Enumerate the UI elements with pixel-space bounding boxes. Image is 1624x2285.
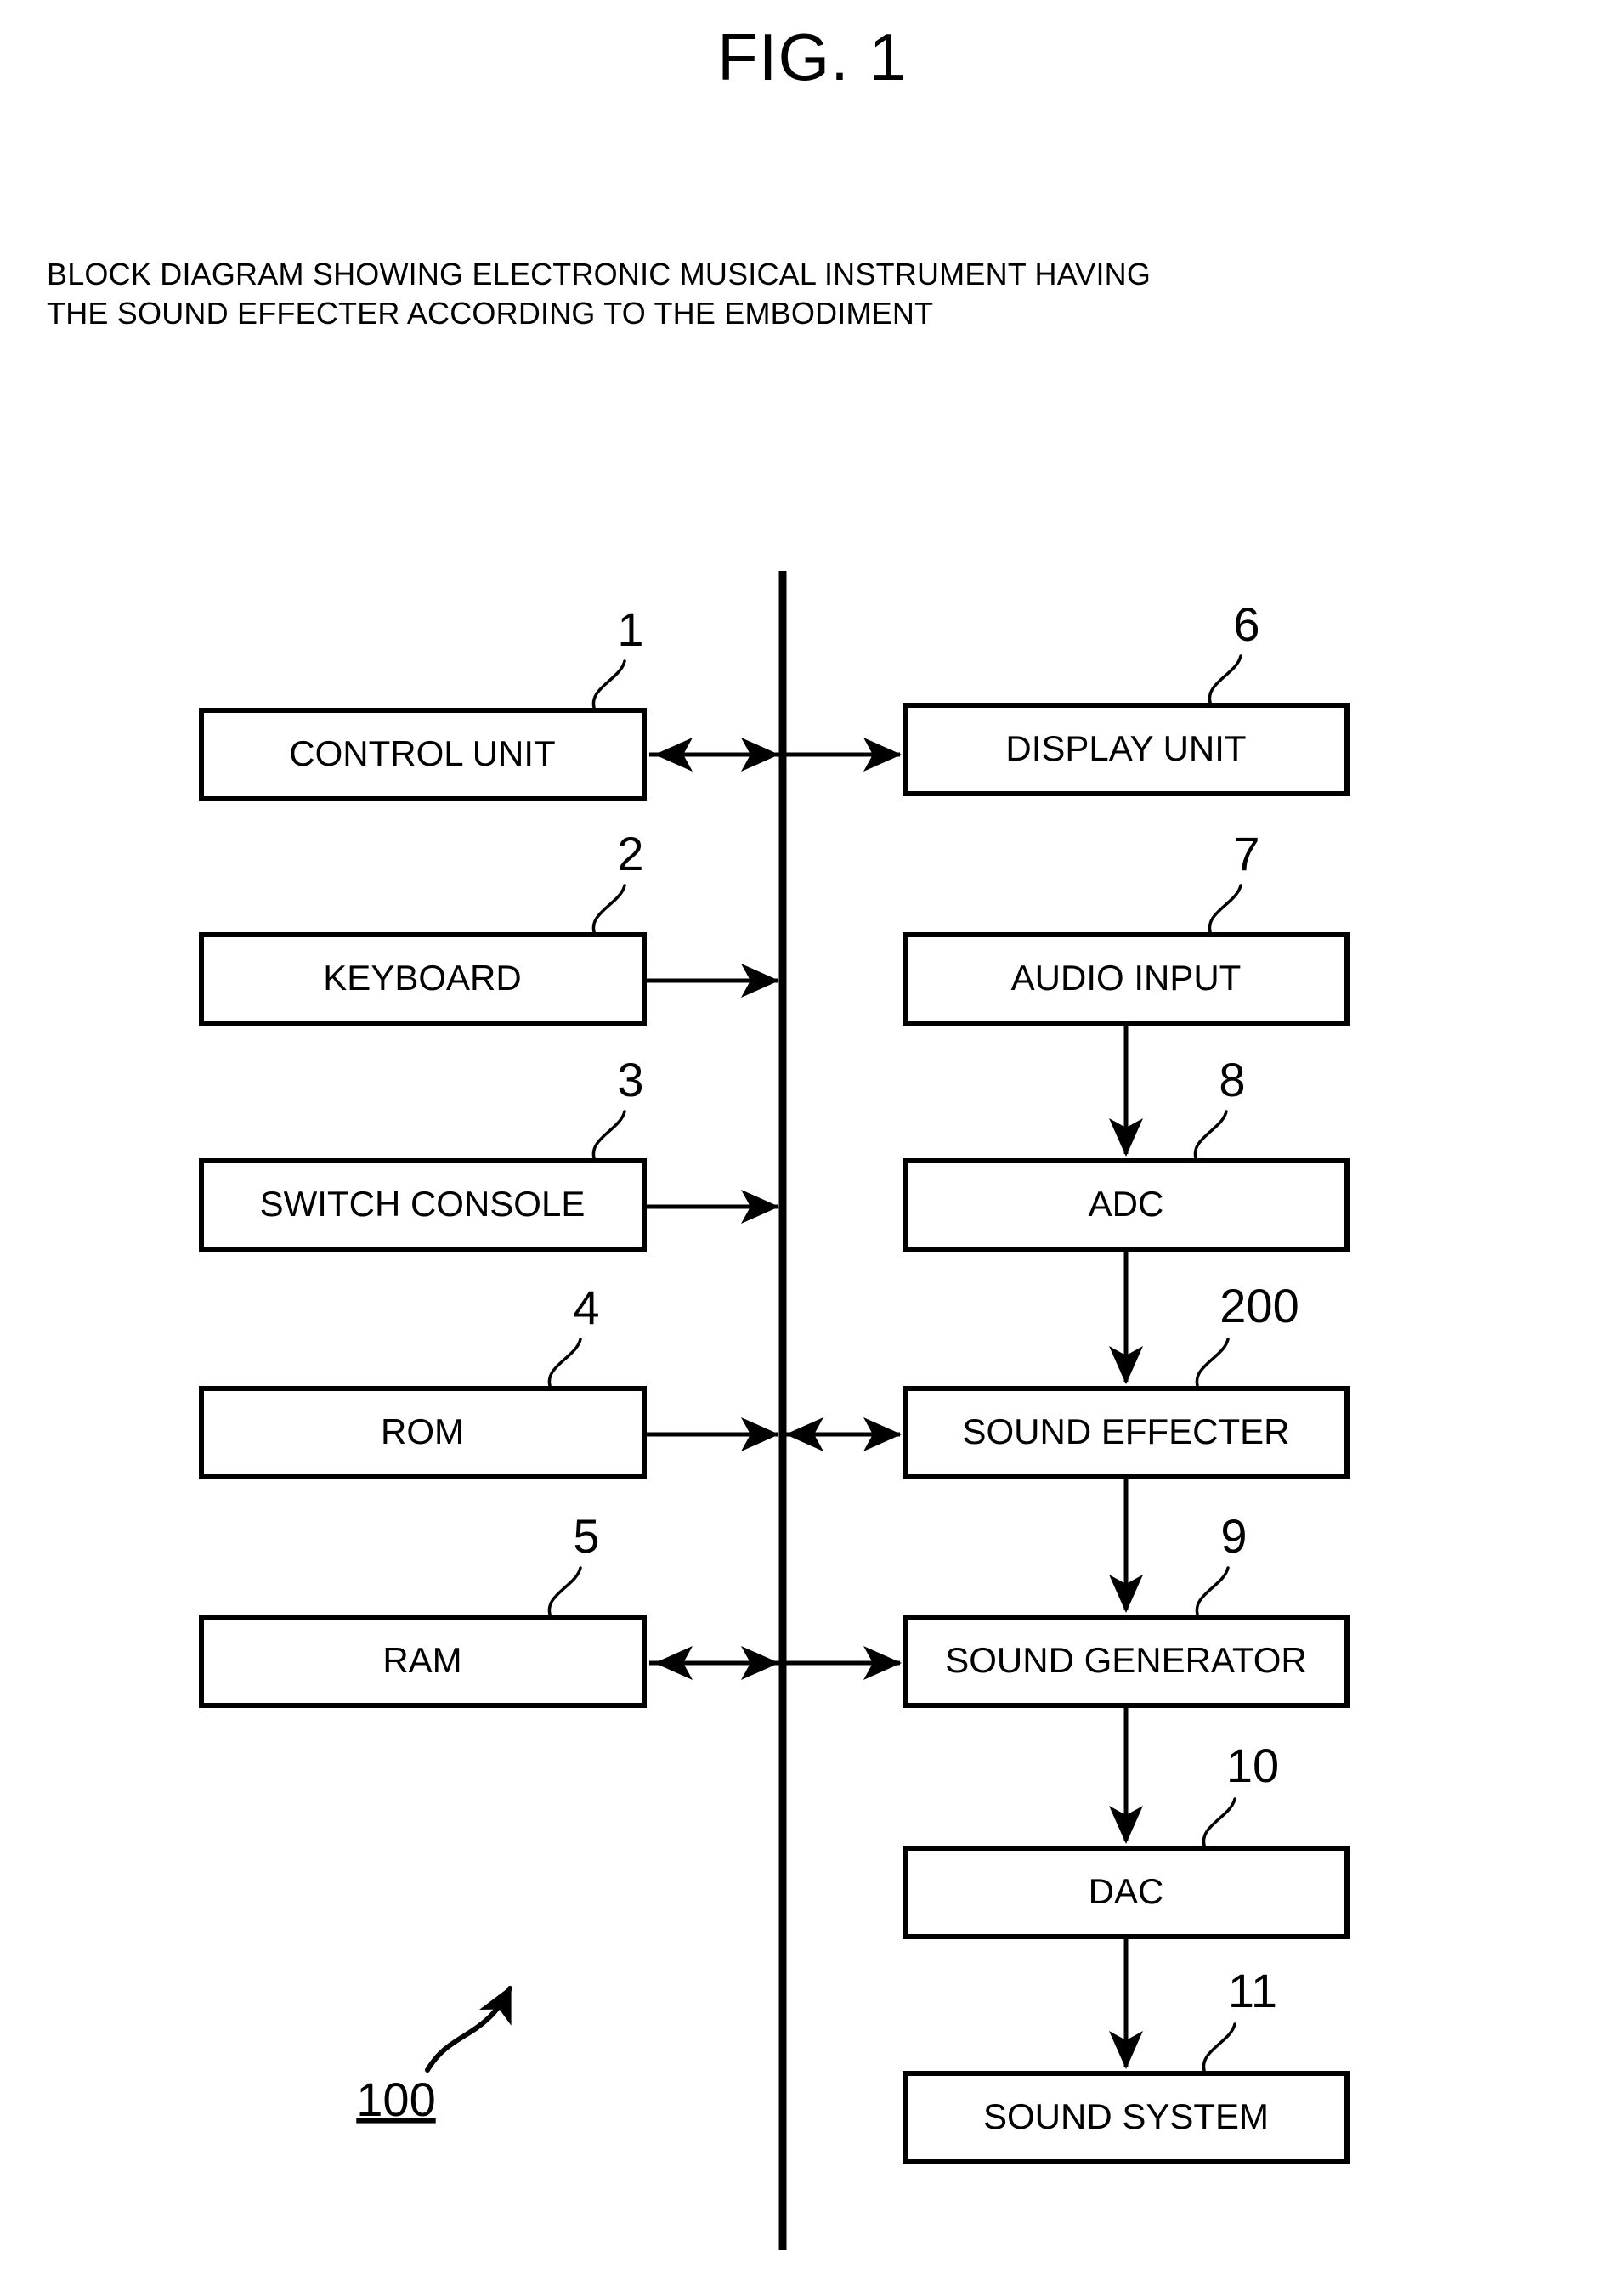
- leader-line-3: [591, 1110, 626, 1162]
- reference-number-7: 7: [1233, 827, 1259, 880]
- leader-line-8: [1193, 1110, 1228, 1162]
- block-keyboard-label: KEYBOARD: [323, 958, 521, 998]
- reference-number-200: 200: [1219, 1279, 1299, 1332]
- leader-line-10: [1202, 1797, 1236, 1850]
- block-switch-console[interactable]: SWITCH CONSOLE: [199, 1158, 647, 1252]
- leader-line-7: [1208, 884, 1242, 936]
- system-reference-pointer: [425, 1985, 512, 2073]
- reference-number-4: 4: [573, 1281, 599, 1334]
- leader-line-9: [1195, 1566, 1230, 1619]
- block-ram-label: RAM: [382, 1640, 461, 1680]
- reference-number-1: 1: [617, 602, 643, 656]
- block-diagram-canvas: CONTROL UNIT 1 KEYBOARD 2 SWITCH CONSOLE…: [199, 571, 1350, 2250]
- block-audio-input[interactable]: AUDIO INPUT: [903, 932, 1350, 1026]
- block-control-unit-label: CONTROL UNIT: [289, 733, 555, 773]
- reference-number-9: 9: [1220, 1509, 1247, 1563]
- block-sound-system[interactable]: SOUND SYSTEM: [903, 2071, 1350, 2164]
- leader-line-5: [547, 1566, 582, 1619]
- block-display-unit-label: DISPLAY UNIT: [1005, 728, 1246, 768]
- block-sound-effecter[interactable]: SOUND EFFECTER: [903, 1386, 1350, 1479]
- block-sound-effecter-label: SOUND EFFECTER: [962, 1411, 1289, 1451]
- reference-number-8: 8: [1219, 1053, 1245, 1106]
- reference-number-3: 3: [617, 1053, 643, 1106]
- block-control-unit[interactable]: CONTROL UNIT: [199, 708, 647, 801]
- reference-number-10: 10: [1226, 1739, 1279, 1792]
- system-reference-number: 100: [356, 2073, 435, 2126]
- block-dac[interactable]: DAC: [903, 1846, 1350, 1939]
- leader-line-11: [1202, 2022, 1236, 2075]
- reference-number-6: 6: [1233, 597, 1259, 651]
- block-rom[interactable]: ROM: [199, 1386, 647, 1479]
- reference-number-2: 2: [617, 827, 643, 880]
- reference-number-5: 5: [573, 1509, 599, 1563]
- leader-line-1: [591, 659, 626, 712]
- block-rom-label: ROM: [381, 1411, 464, 1451]
- leader-line-200: [1195, 1338, 1230, 1390]
- block-ram[interactable]: RAM: [199, 1615, 647, 1708]
- leader-line-6: [1208, 654, 1242, 707]
- block-dac-label: DAC: [1089, 1871, 1164, 1911]
- block-adc[interactable]: ADC: [903, 1158, 1350, 1252]
- reference-number-11: 11: [1228, 1964, 1277, 2017]
- leader-line-2: [591, 884, 626, 936]
- leader-line-4: [547, 1338, 582, 1390]
- block-adc-label: ADC: [1089, 1184, 1164, 1224]
- block-sound-system-label: SOUND SYSTEM: [983, 2096, 1269, 2136]
- figure-page: FIG. 1 BLOCK DIAGRAM SHOWING ELECTRONIC …: [0, 0, 1624, 2285]
- block-display-unit[interactable]: DISPLAY UNIT: [903, 703, 1350, 796]
- block-keyboard[interactable]: KEYBOARD: [199, 932, 647, 1026]
- block-sound-generator[interactable]: SOUND GENERATOR: [903, 1615, 1350, 1708]
- block-audio-input-label: AUDIO INPUT: [1011, 958, 1242, 998]
- block-sound-generator-label: SOUND GENERATOR: [945, 1640, 1307, 1680]
- block-switch-console-label: SWITCH CONSOLE: [260, 1184, 586, 1224]
